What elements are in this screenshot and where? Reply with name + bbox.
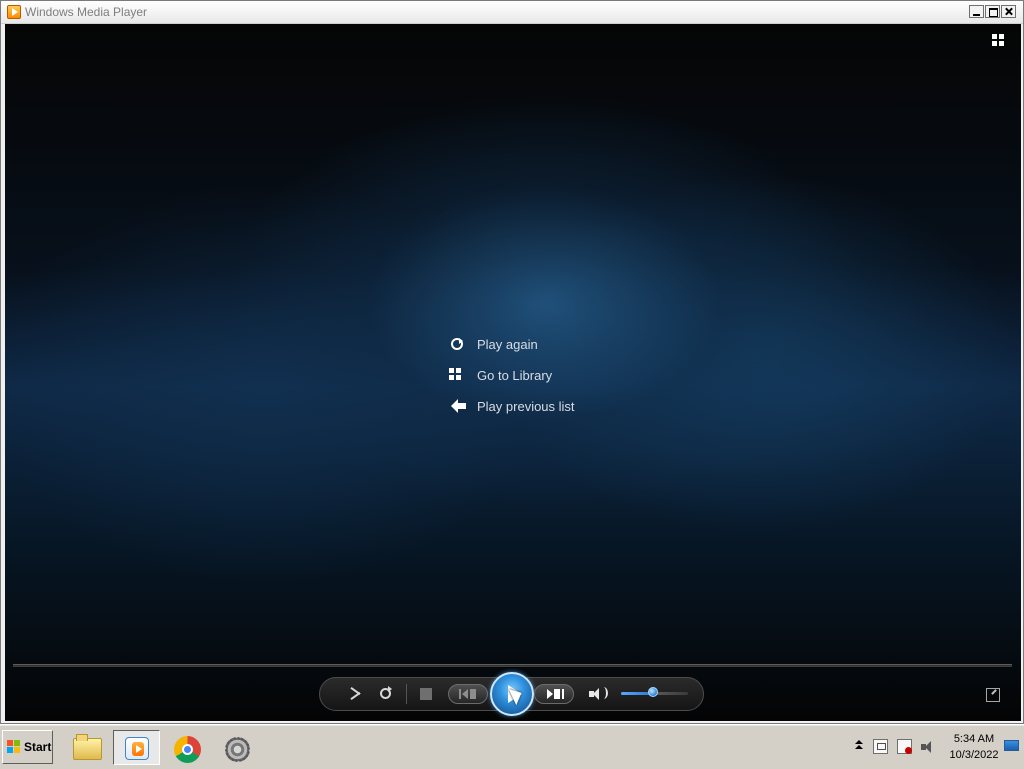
media-player-window: Windows Media Player Play again Go to Li…	[0, 0, 1024, 724]
window-title: Windows Media Player	[25, 5, 148, 19]
windows-media-player-icon	[125, 737, 149, 760]
file-explorer-icon	[73, 734, 102, 760]
replay-icon	[449, 336, 469, 354]
play-again-option[interactable]: Play again	[449, 329, 619, 360]
show-hidden-icons-button[interactable]	[855, 739, 863, 751]
volume-icon[interactable]	[921, 739, 936, 754]
post-playback-menu: Play again Go to Library Play previous l…	[449, 329, 619, 422]
play-previous-list-label: Play previous list	[477, 399, 575, 414]
taskbar-file-explorer[interactable]	[63, 730, 110, 765]
settings-icon	[225, 737, 250, 762]
library-grid-cell-icon	[992, 34, 997, 39]
clock-time: 5:34 AM	[953, 733, 995, 745]
library-grid-cell-icon	[992, 41, 997, 46]
volume-slider-thumb[interactable]	[648, 687, 658, 697]
start-label: Start	[24, 740, 52, 754]
taskbar-chrome[interactable]	[163, 730, 210, 765]
windows-media-player-icon	[7, 5, 21, 19]
title-bar[interactable]: Windows Media Player	[1, 1, 1023, 24]
system-clock[interactable]: 5:34 AM 10/3/2022	[945, 731, 1003, 763]
play-again-label: Play again	[477, 337, 538, 352]
seek-bar[interactable]	[13, 664, 1012, 668]
go-to-library-label: Go to Library	[477, 368, 553, 383]
windows-logo-icon	[7, 740, 21, 754]
start-button[interactable]: Start	[2, 730, 53, 764]
stop-button[interactable]	[420, 688, 432, 700]
library-grid-cell-icon	[999, 41, 1004, 46]
repeat-button[interactable]	[378, 686, 394, 702]
switch-to-library-button[interactable]	[992, 34, 1010, 48]
library-icon	[449, 367, 469, 385]
library-grid-cell-icon	[999, 34, 1004, 39]
maximize-button[interactable]	[985, 5, 1000, 18]
close-button[interactable]	[1001, 5, 1016, 18]
back-arrow-icon	[449, 398, 469, 416]
play-previous-list-option[interactable]: Play previous list	[449, 391, 619, 422]
taskbar-windows-media-player[interactable]	[113, 730, 160, 765]
fullscreen-toggle-button[interactable]	[986, 688, 1000, 702]
chrome-icon	[174, 736, 201, 763]
control-divider	[406, 684, 407, 704]
clock-date: 10/3/2022	[949, 749, 999, 761]
network-icon[interactable]	[873, 739, 888, 754]
taskbar-settings[interactable]	[213, 730, 260, 765]
next-button[interactable]	[534, 684, 574, 704]
previous-button[interactable]	[448, 684, 488, 704]
go-to-library-option[interactable]: Go to Library	[449, 360, 619, 391]
shuffle-button[interactable]	[348, 686, 364, 702]
action-center-icon[interactable]	[897, 739, 912, 754]
show-desktop-button[interactable]	[1004, 740, 1019, 751]
volume-wave-icon	[599, 687, 608, 699]
minimize-button[interactable]	[969, 5, 984, 18]
